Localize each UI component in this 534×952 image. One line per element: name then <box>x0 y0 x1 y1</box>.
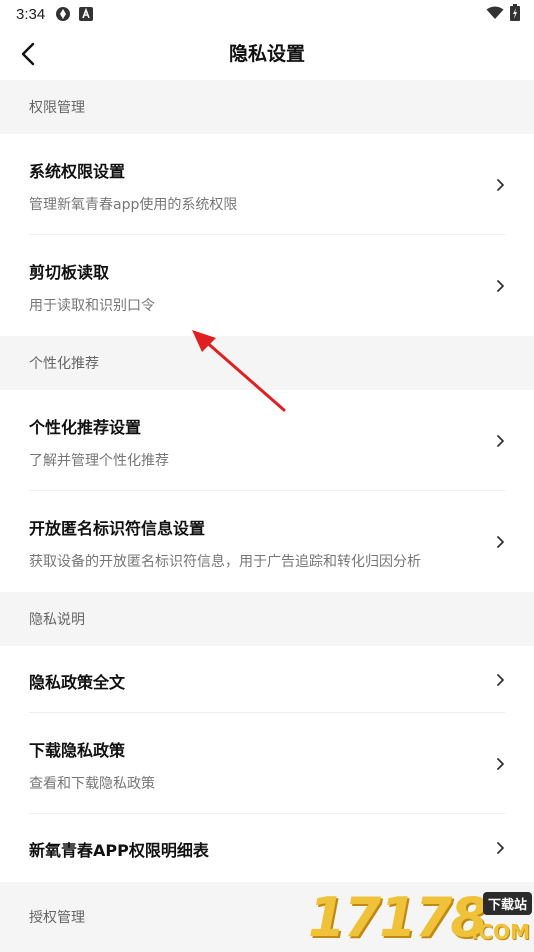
chevron-right-icon <box>497 673 504 686</box>
section-header-privacy-info: 隐私说明 <box>0 592 534 646</box>
list-item-oaid-settings[interactable]: 开放匿名标识符信息设置 获取设备的开放匿名标识符信息，用于广告追踪和转化归因分析 <box>0 491 534 592</box>
item-subtitle: 获取设备的开放匿名标识符信息，用于广告追踪和转化归因分析 <box>29 554 421 570</box>
chevron-right-icon <box>497 757 504 770</box>
item-subtitle: 了解并管理个性化推荐 <box>29 453 169 469</box>
item-subtitle: 查看和下载隐私政策 <box>29 776 155 792</box>
chevron-right-icon <box>497 178 504 191</box>
settings-list: 权限管理 系统权限设置 管理新氧青春app使用的系统权限 剪切板读取 用于读取和… <box>0 80 534 952</box>
status-time: 3:34 <box>16 5 46 23</box>
chevron-right-icon <box>497 434 504 447</box>
chevron-right-icon <box>497 535 504 548</box>
chevron-right-icon <box>497 279 504 292</box>
item-title: 系统权限设置 <box>29 162 126 181</box>
chevron-right-icon <box>497 842 504 854</box>
wifi-icon <box>486 5 504 24</box>
item-title: 新氧青春APP权限明细表 <box>29 841 209 860</box>
status-right <box>486 3 520 25</box>
chevron-left-icon <box>21 42 35 66</box>
item-subtitle: 用于读取和识别口令 <box>29 298 155 314</box>
item-title: 隐私政策全文 <box>29 673 126 692</box>
list-item-download-privacy-policy[interactable]: 下载隐私政策 查看和下载隐私政策 <box>0 713 534 814</box>
section-header-personalization: 个性化推荐 <box>0 336 534 390</box>
item-title: 下载隐私政策 <box>29 741 126 760</box>
header: 隐私设置 <box>0 28 534 80</box>
status-bar: 3:34 <box>0 0 534 28</box>
item-title: 个性化推荐设置 <box>29 418 142 437</box>
item-title: 开放匿名标识符信息设置 <box>29 519 206 538</box>
list-item-clipboard-read[interactable]: 剪切板读取 用于读取和识别口令 <box>0 235 534 336</box>
notification-a-icon <box>79 7 94 21</box>
list-item-permission-details[interactable]: 新氧青春APP权限明细表 <box>0 814 534 882</box>
list-item-personalized-recommendation[interactable]: 个性化推荐设置 了解并管理个性化推荐 <box>0 390 534 491</box>
item-title: 剪切板读取 <box>29 263 110 282</box>
section-header-permissions: 权限管理 <box>0 80 534 134</box>
battery-charging-icon <box>510 3 520 25</box>
item-subtitle: 管理新氧青春app使用的系统权限 <box>29 197 238 213</box>
section-header-authorization: 授权管理 <box>0 882 534 952</box>
back-button[interactable] <box>10 36 46 72</box>
page-title: 隐私设置 <box>228 43 305 65</box>
list-item-system-permissions[interactable]: 系统权限设置 管理新氧青春app使用的系统权限 <box>0 134 534 235</box>
sync-icon <box>55 6 71 22</box>
list-item-privacy-policy-full[interactable]: 隐私政策全文 <box>0 646 534 713</box>
